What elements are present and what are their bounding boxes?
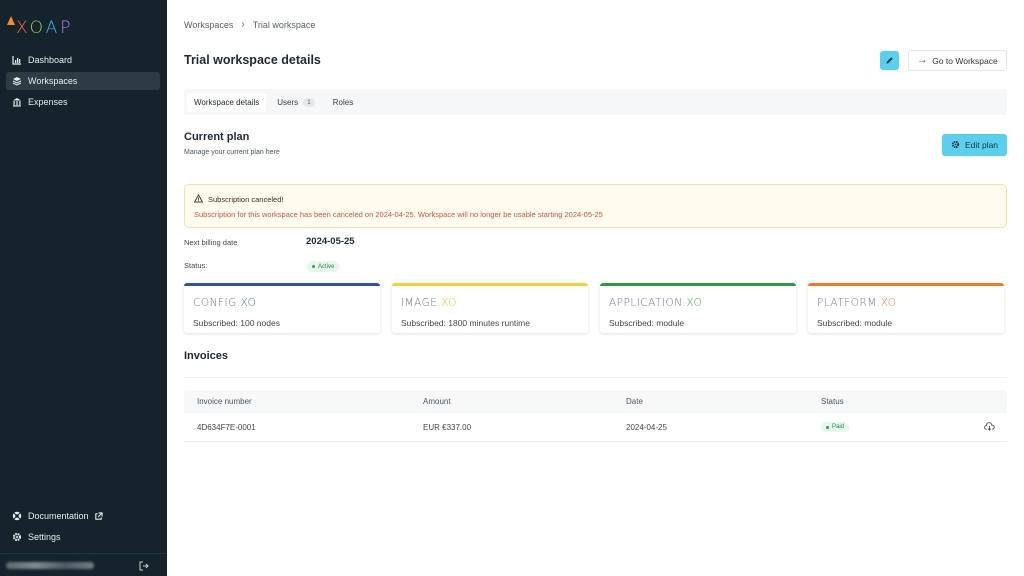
sidebar-item-label: Settings	[28, 532, 61, 542]
sidebar-item-label: Documentation	[28, 511, 89, 521]
edit-plan-label: Edit plan	[964, 140, 999, 150]
warning-icon	[193, 193, 204, 205]
column-header-amount: Amount	[423, 397, 451, 406]
alert-title: Subscription canceled!	[193, 193, 284, 205]
product-subscription: Subscribed: module	[609, 318, 685, 328]
breadcrumb: Workspaces › Trial workspace	[184, 19, 315, 30]
go-to-workspace-button[interactable]: → Go to Workspace	[908, 50, 1007, 71]
sidebar-item-dashboard[interactable]: Dashboard	[6, 51, 160, 69]
product-card-image[interactable]: IMAGE.XO Subscribed: 1800 minutes runtim…	[392, 283, 588, 333]
column-header-status: Status	[821, 397, 844, 406]
product-subscription: Subscribed: module	[817, 318, 893, 328]
cloud-download-icon	[983, 421, 995, 433]
sidebar-bottom-nav: Documentation Settings	[6, 507, 160, 549]
users-count-badge: 1	[303, 97, 315, 107]
status-dot	[312, 265, 315, 268]
bank-icon	[12, 97, 22, 107]
current-plan-subtitle: Manage your current plan here	[184, 149, 280, 156]
table-header: Invoice number Amount Date Status	[184, 390, 1007, 413]
divider	[184, 377, 1007, 378]
status-label: Status:	[184, 261, 208, 270]
sidebar-item-documentation[interactable]: Documentation	[6, 507, 160, 525]
edit-plan-button[interactable]: Edit plan	[942, 134, 1007, 156]
product-card-application[interactable]: APPLICATION.XO Subscribed: module	[600, 283, 796, 333]
tab-label: Roles	[332, 97, 354, 107]
tab-users[interactable]: Users 1	[270, 93, 322, 112]
tab-label: Workspace details	[194, 97, 260, 107]
sidebar-item-settings[interactable]: Settings	[6, 528, 160, 546]
page-title: Trial workspace details	[184, 53, 321, 67]
sidebar-item-expenses[interactable]: Expenses	[6, 93, 160, 111]
column-header-invoice-number: Invoice number	[197, 397, 252, 406]
main-content: Workspaces › Trial workspace Trial works…	[167, 0, 1024, 576]
current-plan-title: Current plan	[184, 131, 250, 143]
breadcrumb-current: Trial workspace	[252, 19, 316, 30]
invoice-number: 4D634F7E-0001	[197, 422, 256, 432]
layers-icon	[12, 76, 22, 86]
chevron-right-icon: ›	[241, 19, 245, 30]
logout-icon[interactable]	[138, 559, 150, 571]
table-row: 4D634F7E-0001 EUR €337.00 2024-04-25 Pai…	[184, 413, 1007, 442]
invoices-table: Invoice number Amount Date Status 4D634F…	[184, 390, 1007, 442]
product-card-config[interactable]: CONFIG.XO Subscribed: 100 nodes	[184, 283, 380, 333]
platform-xo-logo: PLATFORM.XO	[817, 297, 897, 309]
invoices-title: Invoices	[184, 350, 229, 362]
application-xo-logo: APPLICATION.XO	[609, 297, 703, 309]
edit-workspace-button[interactable]	[880, 51, 899, 70]
flame-icon	[6, 16, 16, 40]
config-xo-logo: CONFIG.XO	[193, 297, 257, 309]
download-invoice-button[interactable]	[971, 421, 1007, 433]
status-dot	[826, 425, 829, 429]
sidebar-item-label: Workspaces	[28, 76, 78, 86]
help-icon	[12, 511, 22, 521]
pencil-icon	[885, 52, 894, 70]
paid-badge-text: Paid	[832, 424, 845, 431]
user-email-blurred	[6, 562, 94, 569]
tab-roles[interactable]: Roles	[326, 93, 360, 112]
next-billing-label: Next billing date	[184, 238, 238, 247]
column-header-date: Date	[626, 397, 643, 406]
go-to-workspace-label: Go to Workspace	[932, 55, 998, 66]
invoice-amount: EUR €337.00	[423, 422, 472, 432]
product-subscription: Subscribed: 1800 minutes runtime	[401, 318, 530, 328]
sidebar: XOAP Dashboard Workspaces Expenses Docum…	[0, 0, 167, 576]
logo-text: XOAP	[16, 18, 74, 38]
arrow-right-icon: →	[917, 55, 928, 66]
sidebar-item-label: Dashboard	[28, 55, 73, 65]
next-billing-value: 2024-05-25	[306, 236, 355, 247]
product-card-platform[interactable]: PLATFORM.XO Subscribed: module	[808, 283, 1004, 333]
invoice-date: 2024-04-25	[626, 422, 667, 432]
image-xo-logo: IMAGE.XO	[401, 297, 458, 309]
tab-workspace-details[interactable]: Workspace details	[187, 92, 267, 112]
product-subscription: Subscribed: 100 nodes	[193, 318, 280, 328]
status-badge-text: Active	[318, 263, 335, 270]
tab-label: Users	[277, 97, 299, 107]
xoap-logo[interactable]: XOAP	[6, 14, 74, 42]
tabs: Workspace details Users 1 Roles	[184, 89, 1007, 115]
subscription-canceled-alert: Subscription canceled! Subscription for …	[184, 184, 1007, 228]
status-badge: Active	[307, 261, 340, 272]
chart-icon	[12, 55, 22, 65]
paid-badge: Paid	[821, 422, 850, 433]
breadcrumb-root[interactable]: Workspaces	[184, 20, 233, 30]
sidebar-item-label: Expenses	[28, 97, 68, 107]
sidebar-item-workspaces[interactable]: Workspaces	[6, 72, 160, 90]
gear-icon	[12, 532, 22, 542]
sidebar-nav: Dashboard Workspaces Expenses	[6, 51, 160, 114]
external-link-icon	[94, 511, 103, 521]
invoice-status: Paid	[821, 422, 971, 433]
user-footer	[0, 553, 167, 576]
alert-message: Subscription for this workspace has been…	[194, 210, 603, 219]
alert-title-text: Subscription canceled!	[208, 195, 284, 204]
gear-icon	[951, 140, 960, 151]
